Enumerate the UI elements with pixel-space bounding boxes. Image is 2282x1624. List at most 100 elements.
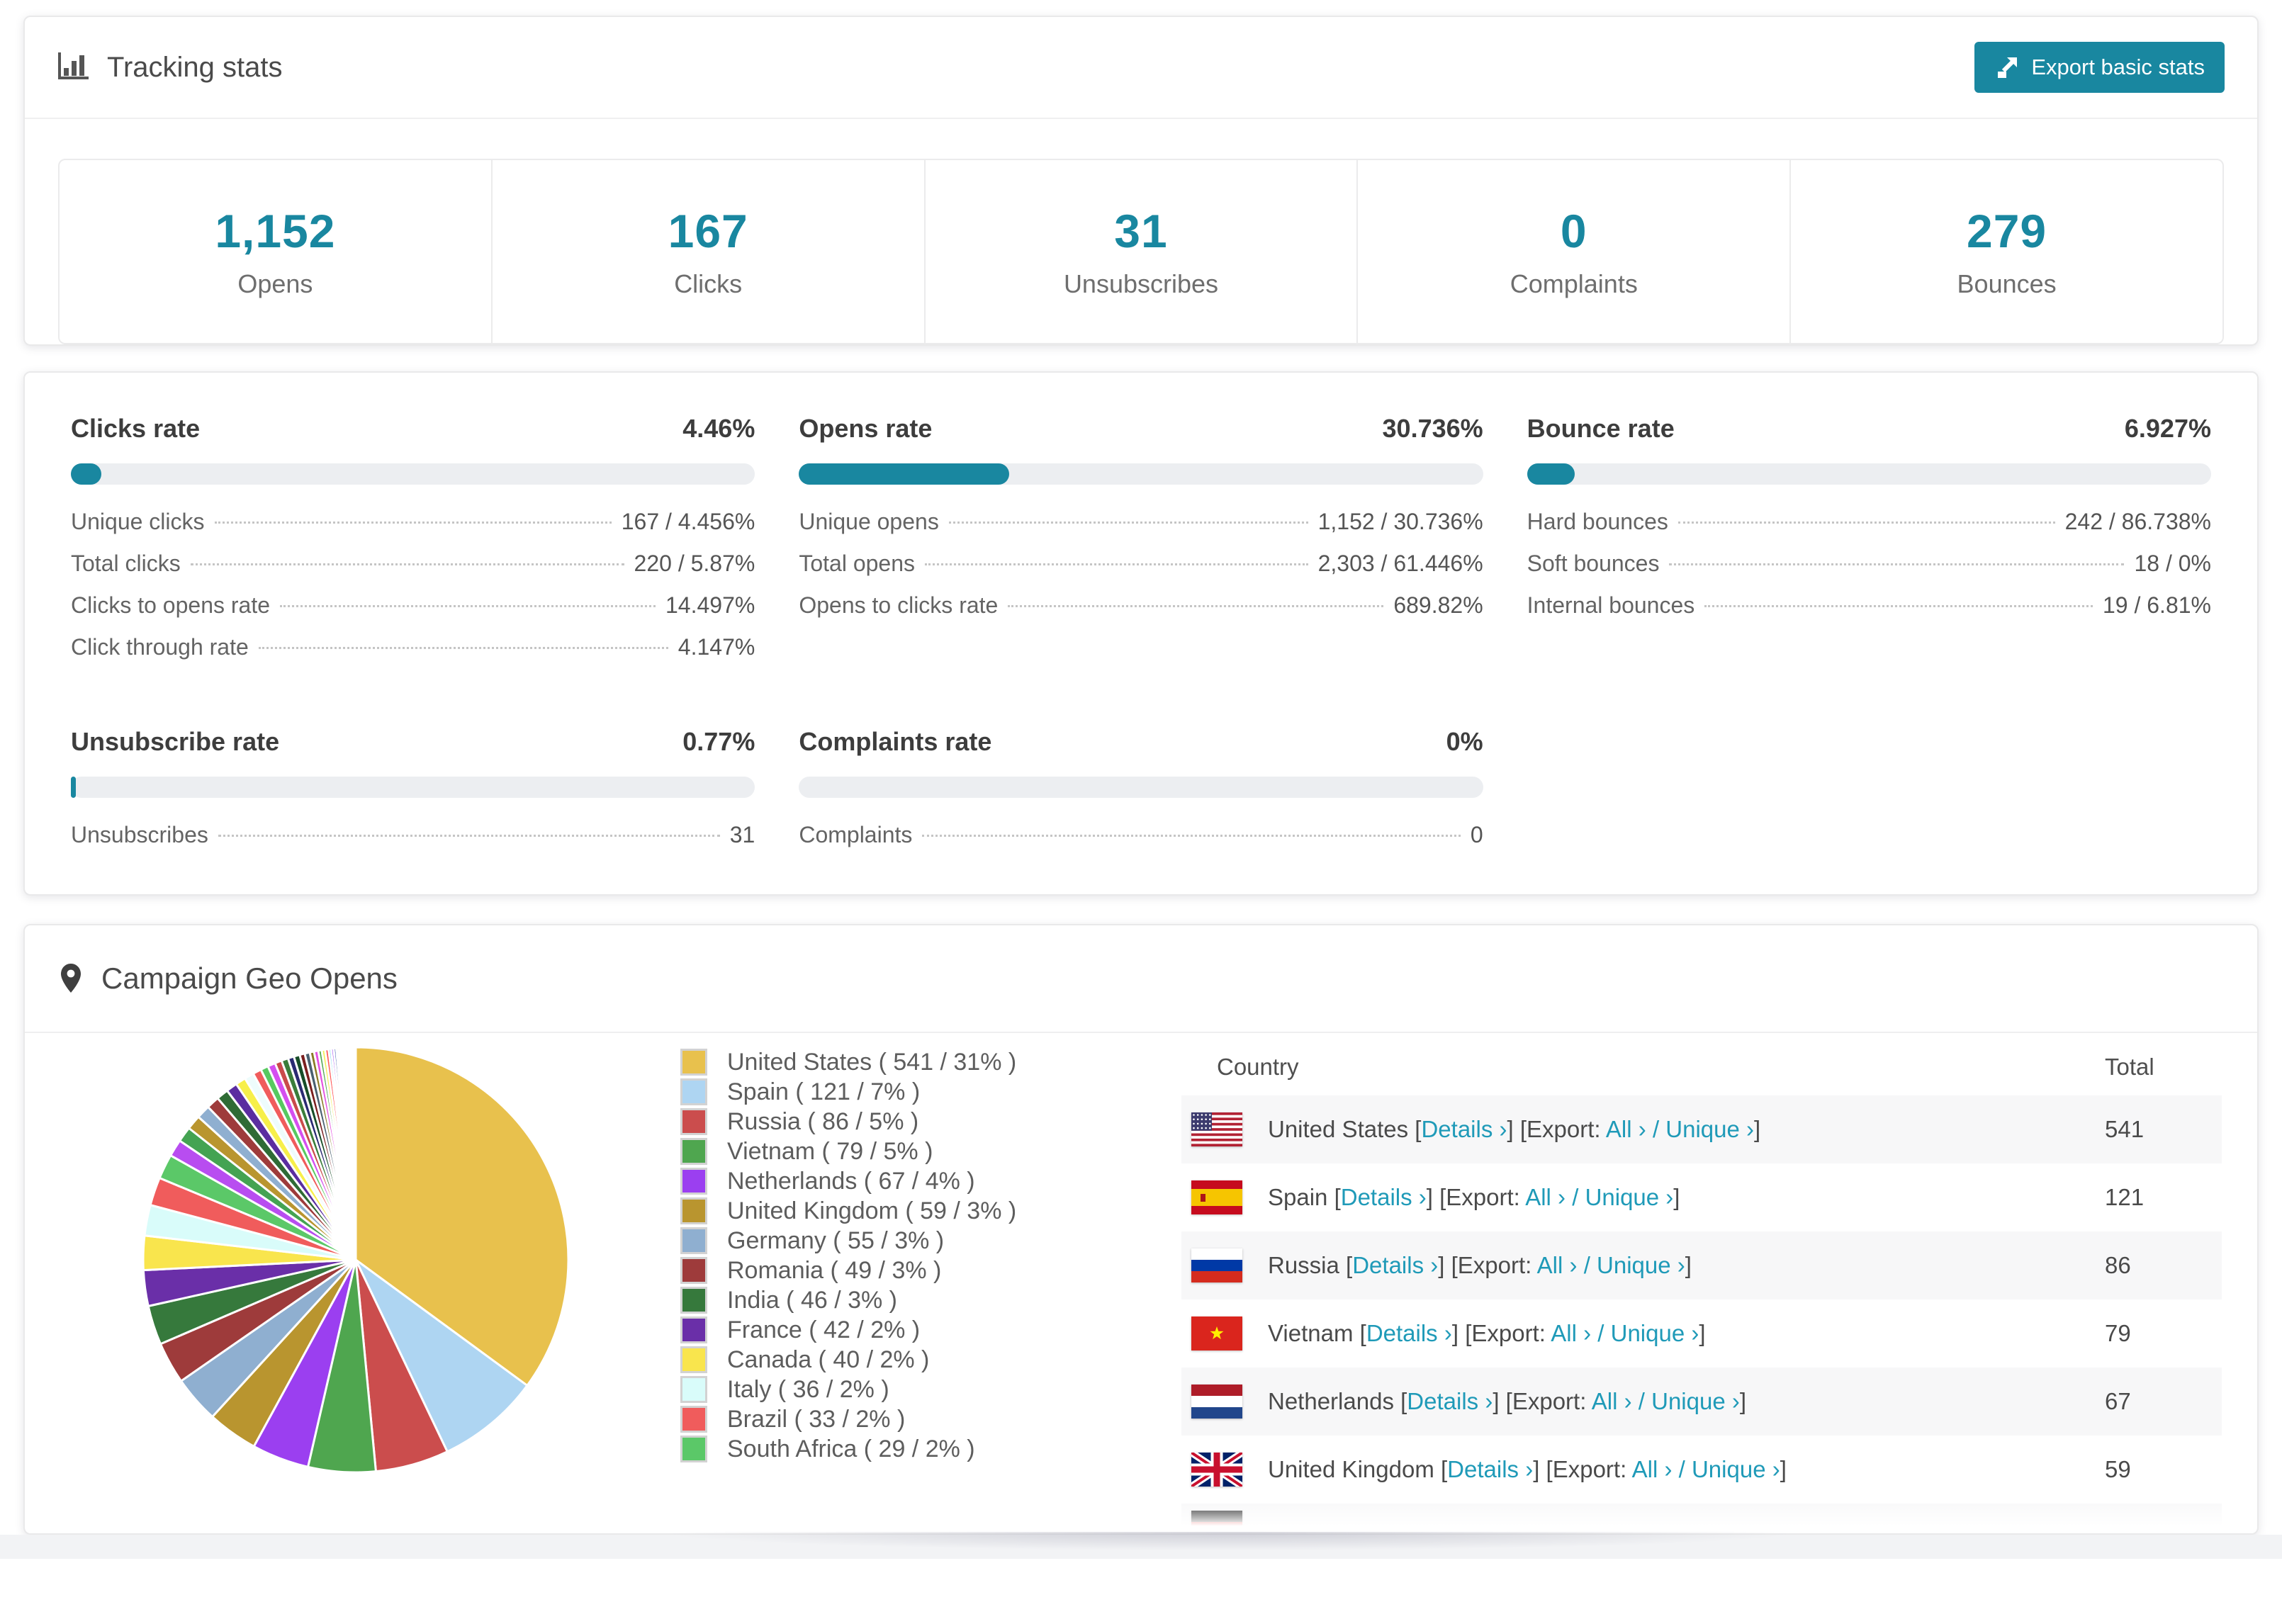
legend-item: South Africa ( 29 / 2% ) <box>680 1434 1116 1464</box>
geo-table: Country Total United States [Details ›] … <box>1181 1039 2222 1533</box>
export-icon <box>1998 57 2018 78</box>
export-slash: / <box>1597 1320 1604 1346</box>
country-cell: United States [Details ›] [Export: All ›… <box>1242 1116 2105 1143</box>
export-all-link[interactable]: All › <box>1606 1116 1646 1142</box>
export-all-link[interactable]: All › <box>1537 1252 1578 1278</box>
rate-row-label: Click through rate <box>71 634 249 660</box>
stat-value: 167 <box>668 205 748 257</box>
export-all-link[interactable]: All › <box>1632 1456 1673 1482</box>
legend-swatch <box>680 1197 707 1224</box>
export-unique-link[interactable]: Unique › <box>1651 1388 1740 1414</box>
rate-title: Bounce rate <box>1527 414 1675 443</box>
dotted-leader <box>258 647 668 649</box>
legend-swatch <box>680 1168 707 1195</box>
export-unique-link[interactable]: Unique › <box>1585 1184 1674 1210</box>
punctuation: ] <box>1426 1184 1433 1210</box>
dotted-leader <box>1669 563 2125 565</box>
punctuation: [Export: <box>1505 1388 1587 1414</box>
legend-swatch <box>680 1406 707 1433</box>
export-basic-stats-button[interactable]: Export basic stats <box>1974 42 2225 93</box>
punctuation: ] <box>1507 1116 1514 1142</box>
geo-pie-chart <box>92 1039 641 1533</box>
tracking-stats-title-text: Tracking stats <box>107 51 283 83</box>
legend-label: Canada ( 40 / 2% ) <box>727 1346 930 1373</box>
legend-item: Brazil ( 33 / 2% ) <box>680 1404 1116 1434</box>
rate-row: Unique opens 1,152 / 30.736% <box>799 509 1483 551</box>
progress-bar-fill <box>71 463 102 485</box>
legend-item: Italy ( 36 / 2% ) <box>680 1375 1116 1404</box>
rate-title: Complaints rate <box>799 727 992 756</box>
stat-label: Clicks <box>674 269 743 298</box>
legend-label: Brazil ( 33 / 2% ) <box>727 1405 906 1433</box>
details-link[interactable]: Details › <box>1341 1184 1427 1210</box>
country-row: Russia [Details ›] [Export: All › / Uniq… <box>1181 1231 2222 1299</box>
country-row: Vietnam [Details ›] [Export: All › / Uni… <box>1181 1299 2222 1368</box>
country-flag-icon <box>1191 1180 1242 1214</box>
tracking-stats-card: Tracking stats Export basic stats 1,152 … <box>23 16 2259 346</box>
progress-bar-fill <box>71 777 77 798</box>
rate-row: Hard bounces 242 / 86.738% <box>1527 509 2211 551</box>
legend-item: Canada ( 40 / 2% ) <box>680 1345 1116 1375</box>
country-flag-icon <box>1191 1316 1242 1350</box>
rate-row-value: 31 <box>729 822 755 847</box>
country-total: 67 <box>2105 1388 2131 1414</box>
progress-bar-fill <box>1527 463 1575 485</box>
dotted-leader <box>218 835 720 837</box>
details-link[interactable]: Details › <box>1352 1252 1438 1278</box>
details-link[interactable]: Details › <box>1447 1456 1533 1482</box>
export-all-link[interactable]: All › <box>1525 1184 1566 1210</box>
rate-row-label: Opens to clicks rate <box>799 592 999 618</box>
pie-legend: United States ( 541 / 31% ) Spain ( 121 … <box>680 1047 1116 1533</box>
tracking-stats-header: Tracking stats Export basic stats <box>25 17 2257 119</box>
legend-label: South Africa ( 29 / 2% ) <box>727 1435 975 1462</box>
punctuation: [Export: <box>1546 1456 1627 1482</box>
rate-row-label: Unsubscribes <box>71 822 208 847</box>
details-link[interactable]: Details › <box>1366 1320 1452 1346</box>
rate-row-label: Soft bounces <box>1527 551 1660 576</box>
punctuation: ] <box>1673 1184 1680 1210</box>
country-cell: Vietnam [Details ›] [Export: All › / Uni… <box>1242 1320 2105 1347</box>
rate-title: Unsubscribe rate <box>71 727 280 756</box>
export-unique-link[interactable]: Unique › <box>1692 1456 1780 1482</box>
rate-row: Total clicks 220 / 5.87% <box>71 551 755 592</box>
rate-row-label: Complaints <box>799 822 913 847</box>
details-link[interactable]: Details › <box>1421 1116 1507 1142</box>
export-unique-link[interactable]: Unique › <box>1597 1252 1685 1278</box>
summary-stat: 167 Clicks <box>493 160 926 343</box>
dotted-leader <box>948 521 1308 524</box>
punctuation: [ <box>1440 1456 1448 1482</box>
rate-row: Soft bounces 18 / 0% <box>1527 551 2211 592</box>
legend-swatch <box>680 1287 707 1314</box>
country-flag-icon <box>1191 1385 1242 1419</box>
legend-label: Germany ( 55 / 3% ) <box>727 1227 945 1254</box>
export-unique-link[interactable]: Unique › <box>1611 1320 1699 1346</box>
legend-label: Netherlands ( 67 / 4% ) <box>727 1167 975 1195</box>
rate-block: Opens rate 30.736% Unique opens 1,152 / … <box>799 414 1483 676</box>
country-row: United Kingdom [Details ›] [Export: All … <box>1181 1436 2222 1504</box>
rate-row-value: 4.147% <box>678 634 755 660</box>
export-slash: / <box>1583 1252 1590 1278</box>
stat-value: 0 <box>1560 205 1587 257</box>
stat-value: 279 <box>1967 205 2047 257</box>
rate-row: Unique clicks 167 / 4.456% <box>71 509 755 551</box>
progress-bar-track <box>799 777 1483 798</box>
details-link[interactable]: Details › <box>1407 1388 1493 1414</box>
export-unique-link[interactable]: Unique › <box>1665 1116 1754 1142</box>
export-all-link[interactable]: All › <box>1592 1388 1632 1414</box>
legend-label: United States ( 541 / 31% ) <box>727 1048 1017 1076</box>
rate-row-value: 167 / 4.456% <box>621 509 755 534</box>
country-name: United States <box>1268 1116 1409 1142</box>
export-all-link[interactable]: All › <box>1551 1320 1591 1346</box>
legend-label: France ( 42 / 2% ) <box>727 1316 921 1343</box>
country-name: Russia <box>1268 1252 1339 1278</box>
punctuation: ] <box>1533 1456 1540 1482</box>
rate-row-label: Total clicks <box>71 551 181 576</box>
rate-row: Unsubscribes 31 <box>71 822 755 864</box>
rate-row: Opens to clicks rate 689.82% <box>799 592 1483 634</box>
dotted-leader <box>925 563 1308 565</box>
legend-swatch <box>680 1346 707 1373</box>
rate-row: Clicks to opens rate 14.497% <box>71 592 755 634</box>
legend-item: Netherlands ( 67 / 4% ) <box>680 1166 1116 1196</box>
rate-value: 6.927% <box>2124 414 2211 443</box>
legend-item: France ( 42 / 2% ) <box>680 1315 1116 1345</box>
